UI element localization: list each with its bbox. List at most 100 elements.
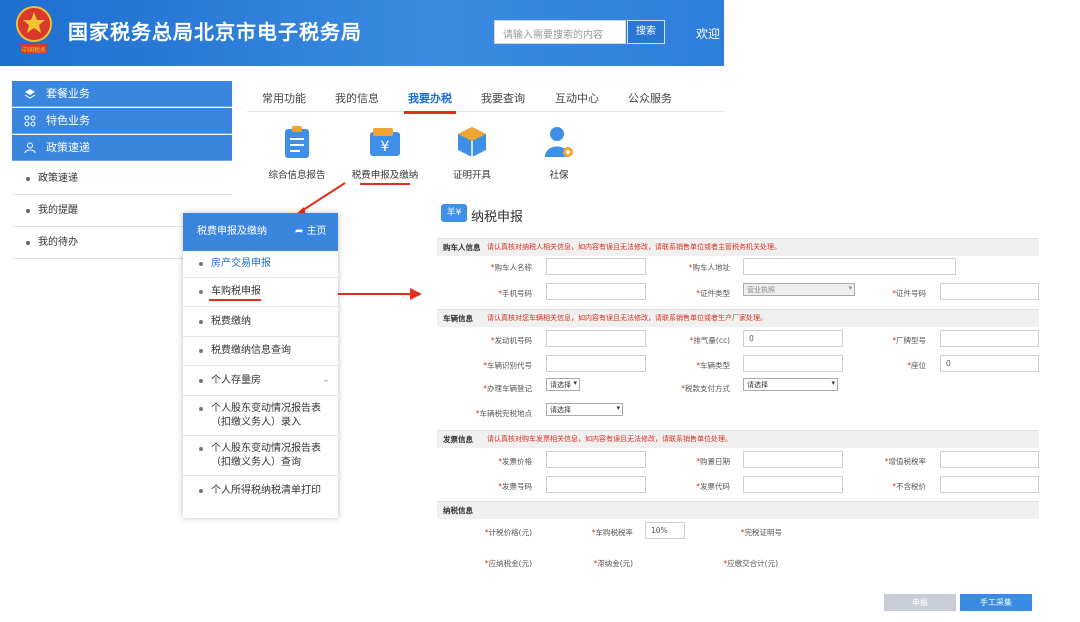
chevron-down-icon: ▾ [616,404,620,412]
tax-location-select[interactable]: 请选择 ▾ [546,403,623,416]
label-text: 手机号码 [502,289,532,298]
select-value: 请选择 [550,381,571,389]
field-label: *车辆识别代号 [483,361,532,370]
form-title-icon: 羊¥ [441,204,467,222]
tab-common[interactable]: 常用功能 [262,90,306,106]
manual-collect-button[interactable]: 手工采集 [960,594,1032,611]
layers-icon [24,89,36,99]
submenu-item-vehicle-tax[interactable]: 车购税申报 [183,278,338,307]
field-label: *证件号码 [892,289,926,298]
field-label: *购置日期 [696,457,730,466]
tab-tax-handling[interactable]: 我要办税 [408,90,452,106]
sidebar-section-policy[interactable]: 政策速递 [12,135,232,161]
label-text: 发票价格 [502,457,532,466]
tab-my-info[interactable]: 我的信息 [335,90,379,106]
welcome-text: 欢迎 [696,27,721,41]
sidebar-section-special[interactable]: 特色业务 [12,108,232,134]
submenu-home-link[interactable]: ➦ 主页 [295,213,327,251]
chevron-down-icon: ▾ [848,284,852,292]
field-label: *购车人地址 [688,263,731,272]
submenu-popup: 税费申报及缴纳 ➦ 主页 房产交易申报 车购税申报 税费缴纳 税费缴纳信息查询 … [183,213,338,518]
buyer-name-input[interactable] [546,258,646,275]
submenu-item-iit-print[interactable]: 个人所得税纳税清单打印 [183,476,338,506]
invoice-price-input[interactable] [546,451,646,468]
id-type-select[interactable]: 营业执照 ▾ [743,283,855,296]
label-text: 厂牌型号 [896,336,926,345]
submenu-item-label: 个人所得税纳税清单打印 [211,485,321,496]
invoice-number-input[interactable] [546,476,646,493]
seats-input[interactable]: 0 [940,355,1039,372]
func-certificate[interactable]: 证明开具 [432,123,512,193]
ex-tax-price-input[interactable] [940,476,1039,493]
func-social-security[interactable]: 社保 [519,123,599,193]
vehicle-type-input[interactable] [743,355,843,372]
submenu-item-shareholder-entry[interactable]: 个人股东变动情况报告表（扣缴义务人）录入 [183,396,338,436]
label-text: 车辆类型 [700,361,730,370]
field-label: *车辆类型 [696,361,730,370]
field-label: *发票号码 [498,482,532,491]
func-label: 证明开具 [452,170,491,181]
label-text: 增值税税率 [888,457,927,466]
submenu-item-shareholder-query[interactable]: 个人股东变动情况报告表（扣缴义务人）查询 [183,436,338,476]
phone-input[interactable] [546,283,646,300]
section-note: 请认真核对您车辆相关信息，如内容有误且无法修改，请联系销售单位或者生产厂家处理。 [487,314,767,322]
tax-rate-input[interactable]: 10% [645,522,685,539]
section-label: 购车人信息 [443,243,481,252]
label-text: 购车人地址 [692,263,731,272]
chevron-down-icon: ▾ [573,379,577,387]
submenu-item-existing-house[interactable]: 个人存量房 ⌄ [183,366,338,396]
payment-method-select[interactable]: 请选择 ▾ [743,378,838,391]
search-button[interactable]: 搜索 [627,20,665,44]
field-label: *发票价格 [498,457,532,466]
label-text: 车辆税完税地点 [479,409,533,418]
chevron-down-icon: ⌄ [321,374,330,385]
user-icon [24,142,36,154]
field-label: *发动机号码 [490,336,533,345]
yuan-wallet-icon: ¥ [370,128,400,156]
field-label: *计税价格(元) [484,528,532,537]
field-label: *应缴交合计(元) [723,559,778,568]
invoice-code-input[interactable] [743,476,843,493]
vin-input[interactable] [546,355,646,372]
vat-rate-input[interactable] [940,451,1039,468]
func-underline [360,183,410,185]
sidebar-section-packages[interactable]: 套餐业务 [12,81,232,107]
section-label: 纳税信息 [443,506,473,515]
chevron-down-icon: ▾ [831,379,835,387]
tab-public-service[interactable]: 公众服务 [628,90,672,106]
tab-query[interactable]: 我要查询 [481,90,525,106]
field-label: *车购税税率 [591,528,633,537]
model-input[interactable] [940,330,1039,347]
home-label: 主页 [306,226,327,237]
register-select[interactable]: 请选择 ▾ [546,378,580,391]
tab-interaction[interactable]: 互动中心 [555,90,599,106]
label-text: 购车人名称 [494,263,533,272]
label-text: 税款支付方式 [685,384,730,393]
label-text: 完税证明号 [744,528,783,537]
label-text: 车辆识别代号 [487,361,532,370]
submenu-item-payment[interactable]: 税费缴纳 [183,307,338,337]
id-number-input[interactable] [940,283,1039,300]
displacement-input[interactable]: 0 [743,330,843,347]
submenu-item-payment-query[interactable]: 税费缴纳信息查询 [183,337,338,366]
field-label: *车辆税完税地点 [475,409,533,418]
submenu-item-property[interactable]: 房产交易申报 [183,251,338,278]
field-label: *发票代码 [696,482,730,491]
purchase-date-input[interactable] [743,451,843,468]
search-input[interactable]: 请输入需要搜索的内容 [494,20,626,44]
submenu-item-label: 个人股东变动情况报告表（扣缴义务人）查询 [211,443,321,468]
engine-number-input[interactable] [546,330,646,347]
declare-button[interactable]: 申报 [884,594,956,611]
field-label: *购车人名称 [490,263,533,272]
svg-text:¥: ¥ [381,139,390,155]
svg-text:中国税务: 中国税务 [22,46,46,54]
buyer-address-input[interactable] [743,258,956,275]
label-text: 发动机号码 [494,336,533,345]
user-gear-icon [545,127,573,157]
func-label: 社保 [549,170,569,181]
sidebar-item-policy[interactable]: 政策速递 [12,163,232,195]
field-label: *不含税价 [892,482,926,491]
field-label: *增值税税率 [884,457,927,466]
label-text: 证件号码 [896,289,926,298]
clipboard-icon [285,126,309,158]
